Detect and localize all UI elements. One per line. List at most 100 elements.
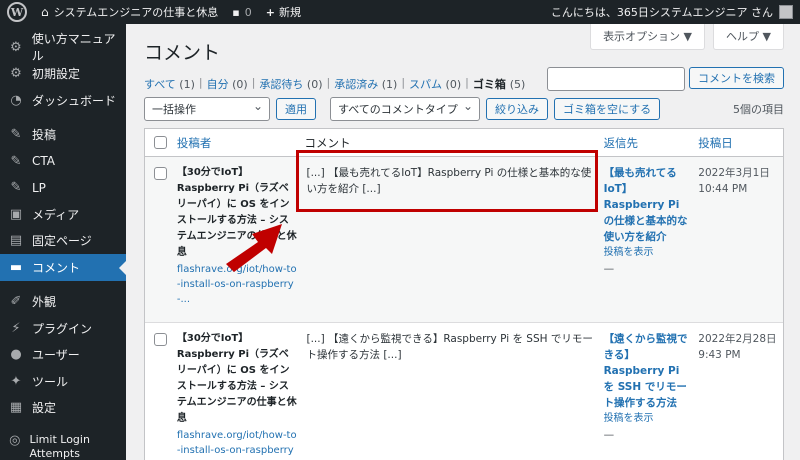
page-icon: ▤ <box>9 233 23 249</box>
page-title: コメント <box>144 42 221 64</box>
filter-count: (1) <box>381 78 398 91</box>
new-content-link[interactable]: + 新規 <box>259 0 308 24</box>
menu-item-lp[interactable]: ✎ LP <box>0 175 126 202</box>
response-post-link[interactable]: 【最も売れてるIoT】Raspberry Pi の仕様と基本的な使い方を紹介 <box>604 165 693 245</box>
filter-spam-link[interactable]: スパム (0) <box>409 76 461 92</box>
menu-item-cta[interactable]: ✎ CTA <box>0 148 126 175</box>
pin-icon: ✎ <box>10 127 22 143</box>
menu-separator <box>0 281 126 289</box>
bulk-action-select[interactable]: 一括操作 <box>144 97 270 121</box>
comment-author: 【30分でIoT】Raspberry Pi（ラズベリーパイ）に OS をインスト… <box>176 333 297 424</box>
menu-item-comments[interactable]: ▬ コメント <box>0 254 126 281</box>
row-checkbox[interactable] <box>154 333 168 346</box>
row-checkbox[interactable] <box>154 167 168 180</box>
comment-status-filters: すべて (1) | 自分 (0) | 承認待ち (0) | 承認済み (1) |… <box>144 76 525 92</box>
filter-count: (0) <box>232 78 248 91</box>
comment-date: 2022年3月1日 <box>698 167 770 179</box>
menu-label: 外観 <box>32 295 57 310</box>
lock-icon: ◎ <box>9 433 21 448</box>
menu-label: ユーザー <box>32 348 80 363</box>
user-icon: ● <box>10 347 22 363</box>
filter-mine-link[interactable]: 自分 (0) <box>207 76 248 92</box>
response-post-link[interactable]: 【遠くから監視できる】Raspberry Pi を SSH でリモート操作する方… <box>604 331 693 411</box>
filter-label: スパム <box>409 78 443 91</box>
items-count: 5個の項目 <box>733 103 784 116</box>
wordpress-logo-button[interactable]: W <box>0 0 34 24</box>
menu-item-settings[interactable]: ▦ 設定 <box>0 395 126 422</box>
menu-separator <box>0 421 126 429</box>
menu-item-manual[interactable]: ⚙ 使い方マニュアル <box>0 32 126 63</box>
menu-label: CTA <box>32 154 55 169</box>
empty-trash-button[interactable]: ゴミ箱を空にする <box>554 98 661 120</box>
filter-label: 自分 <box>206 78 229 91</box>
apply-button[interactable]: 適用 <box>276 98 316 120</box>
comment-type-select[interactable]: すべてのコメントタイプ <box>330 97 480 121</box>
dashboard-icon: ◔ <box>10 92 22 108</box>
menu-item-users[interactable]: ● ユーザー <box>0 342 126 369</box>
menu-item-appearance[interactable]: ✐ 外観 <box>0 289 126 316</box>
comment-time: 10:44 PM <box>698 183 748 195</box>
admin-bar: W ⌂ システムエンジニアの仕事と休息 ▪ 0 + 新規 こんにちは、365日シ… <box>0 0 800 24</box>
comment-text: [...] 【最も売れてるIoT】Raspberry Pi の仕様と基本的な使い… <box>306 167 592 195</box>
pin-icon: ✎ <box>10 153 22 169</box>
site-name: システムエンジニアの仕事と休息 <box>53 6 219 19</box>
filter-trash-current[interactable]: ゴミ箱 (5) <box>473 76 525 92</box>
comments-link[interactable]: ▪ 0 <box>225 0 258 24</box>
select-value: すべてのコメントタイプ <box>338 103 458 116</box>
select-value: 一括操作 <box>152 103 196 116</box>
menu-item-initial-settings[interactable]: ⚙ 初期設定 <box>0 61 126 88</box>
comment-time: 9:43 PM <box>698 349 741 361</box>
home-icon: ⌂ <box>41 5 49 19</box>
response-dash: — <box>603 429 615 441</box>
menu-label: 設定 <box>32 401 57 416</box>
select-all-checkbox[interactable] <box>154 136 168 149</box>
gear-icon: ⚙ <box>10 66 22 82</box>
help-button[interactable]: ヘルプ ▼ <box>713 24 784 50</box>
column-date-header[interactable]: 投稿日 <box>698 135 783 151</box>
filter-approved-link[interactable]: 承認済み (1) <box>334 76 397 92</box>
comment-icon: ▬ <box>9 259 23 275</box>
column-author-header[interactable]: 投稿者 <box>177 135 305 151</box>
wrench-icon: ✦ <box>10 373 22 389</box>
wordpress-logo-icon: W <box>7 2 27 22</box>
filter-button[interactable]: 絞り込み <box>486 98 548 120</box>
filter-pending-link[interactable]: 承認待ち (0) <box>259 76 322 92</box>
menu-item-limit-login[interactable]: ◎ Limit Login Attempts <box>0 429 126 460</box>
menu-item-pages[interactable]: ▤ 固定ページ <box>0 228 126 255</box>
filter-label: 承認待ち <box>259 78 304 91</box>
search-comments-button[interactable]: コメントを検索 <box>689 67 784 89</box>
column-response-header[interactable]: 返信先 <box>604 135 699 151</box>
author-url-link[interactable]: flashrave.org/iot/how-to-install-os-on-r… <box>177 428 299 460</box>
table-header: 投稿者 コメント 返信先 投稿日 <box>145 129 783 157</box>
menu-item-dashboard[interactable]: ◔ ダッシュボード <box>0 87 126 114</box>
filter-all-link[interactable]: すべて (1) <box>144 76 195 92</box>
filter-separator: | <box>401 76 406 89</box>
menu-item-tools[interactable]: ✦ ツール <box>0 368 126 395</box>
author-url-link[interactable]: flashrave.org/iot/how-to-install-os-on-r… <box>177 262 299 307</box>
comment-search-box: コメントを検索 <box>547 67 784 91</box>
comment-date: 2022年2月28日 <box>698 333 777 345</box>
menu-item-plugins[interactable]: ⚡ プラグイン <box>0 315 126 342</box>
comment-text: [...] 【遠くから監視できる】Raspberry Pi を SSH でリモー… <box>306 333 593 361</box>
plus-icon: + <box>265 5 275 19</box>
view-post-link[interactable]: 投稿を表示 <box>604 411 693 427</box>
media-icon: ▣ <box>9 206 23 222</box>
filter-count: (1) <box>179 78 195 91</box>
menu-label: 使い方マニュアル <box>31 32 116 64</box>
screen-options-button[interactable]: 表示オプション ▼ <box>590 24 706 50</box>
comments-count: 0 <box>244 5 252 19</box>
view-post-link[interactable]: 投稿を表示 <box>604 245 693 261</box>
menu-item-media[interactable]: ▣ メディア <box>0 201 126 228</box>
menu-label: プラグイン <box>32 321 93 336</box>
search-input[interactable] <box>547 67 685 91</box>
filter-label: すべて <box>144 78 176 91</box>
my-account-link[interactable]: こんにちは、365日システムエンジニア さん <box>544 0 800 24</box>
table-row: 【30分でIoT】Raspberry Pi（ラズベリーパイ）に OS をインスト… <box>145 157 783 323</box>
menu-item-posts[interactable]: ✎ 投稿 <box>0 122 126 149</box>
menu-label: メディア <box>32 207 80 222</box>
filter-label: ゴミ箱 <box>472 78 506 91</box>
site-name-link[interactable]: ⌂ システムエンジニアの仕事と休息 <box>34 0 225 24</box>
settings-icon: ▦ <box>9 400 23 416</box>
comment-author: 【30分でIoT】Raspberry Pi（ラズベリーパイ）に OS をインスト… <box>176 167 297 258</box>
response-dash: — <box>603 263 615 275</box>
